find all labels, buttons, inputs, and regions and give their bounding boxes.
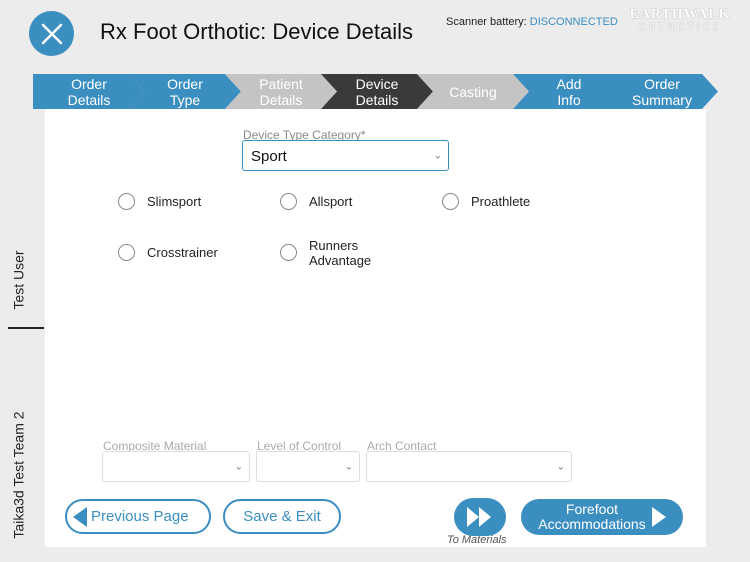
level-select[interactable]: ⌄: [256, 451, 360, 482]
option-label: Slimsport: [147, 194, 202, 209]
save-exit-label: Save & Exit: [243, 508, 321, 525]
team-name: Taika3d Test Team 2: [11, 411, 27, 539]
to-materials-button[interactable]: [454, 498, 506, 536]
radio-proathlete[interactable]: [442, 193, 459, 210]
option-label: Proathlete: [471, 194, 531, 209]
previous-page-label: Previous Page: [91, 508, 189, 525]
composite-select[interactable]: ⌄: [102, 451, 250, 482]
arrow-right-icon: [651, 507, 666, 527]
sidebar-divider: [8, 327, 44, 329]
fast-forward-icon: [467, 507, 491, 527]
device-type-select[interactable]: Sport ⌄: [242, 140, 449, 171]
chevron-down-icon: ⌄: [556, 461, 565, 472]
arrow-left-icon: [73, 506, 87, 527]
save-exit-button[interactable]: Save & Exit: [223, 499, 341, 534]
logo: EARTHWALK ORTHOTICS: [622, 7, 738, 37]
radio-crosstrainer[interactable]: [118, 244, 135, 261]
option-label: Crosstrainer: [147, 245, 218, 260]
battery-status: DISCONNECTED: [529, 16, 618, 28]
option-label: Allsport: [309, 194, 353, 209]
logo-line-2: ORTHOTICS: [638, 22, 722, 33]
radio-slimsport[interactable]: [118, 193, 135, 210]
arch-select[interactable]: ⌄: [366, 451, 572, 482]
forefoot-accommodations-button[interactable]: Forefoot Accommodations: [521, 499, 683, 535]
radio-allsport[interactable]: [280, 193, 297, 210]
previous-page-button[interactable]: Previous Page: [65, 499, 211, 534]
scanner-battery: Scanner battery: DISCONNECTED: [446, 16, 618, 28]
close-icon: [41, 23, 62, 44]
battery-label: Scanner battery:: [446, 16, 527, 28]
logo-line-1: EARTHWALK: [629, 7, 731, 22]
sidebar-team[interactable]: Taika3d Test Team 2: [4, 400, 34, 550]
step-order-type[interactable]: Order Type: [129, 74, 241, 109]
step-add-info[interactable]: Add Info: [513, 74, 625, 109]
user-name: Test User: [11, 250, 27, 310]
radio-runners-advantage[interactable]: [280, 244, 297, 261]
option-label-runners-advantage: Runners Advantage: [309, 238, 372, 268]
device-type-value: Sport: [251, 148, 287, 165]
step-casting[interactable]: Casting: [417, 74, 529, 109]
forefoot-label: Forefoot Accommodations: [538, 501, 646, 532]
to-materials-caption: To Materials: [447, 534, 507, 546]
step-device-details[interactable]: Device Details: [321, 74, 433, 109]
chevron-down-icon: ⌄: [344, 461, 353, 472]
chevron-down-icon: ⌄: [234, 461, 243, 472]
close-button[interactable]: [29, 11, 74, 56]
progress-steps: Order Details Order Type Patient Details De…: [33, 74, 718, 109]
chevron-down-icon: ⌄: [433, 150, 442, 161]
step-order-summary[interactable]: Order Summary: [606, 74, 718, 109]
page-title: Rx Foot Orthotic: Device Details: [100, 19, 413, 44]
step-patient-details[interactable]: Patient Details: [225, 74, 337, 109]
sidebar-user[interactable]: Test User: [4, 240, 34, 320]
step-order-details[interactable]: Order Details: [33, 74, 145, 109]
